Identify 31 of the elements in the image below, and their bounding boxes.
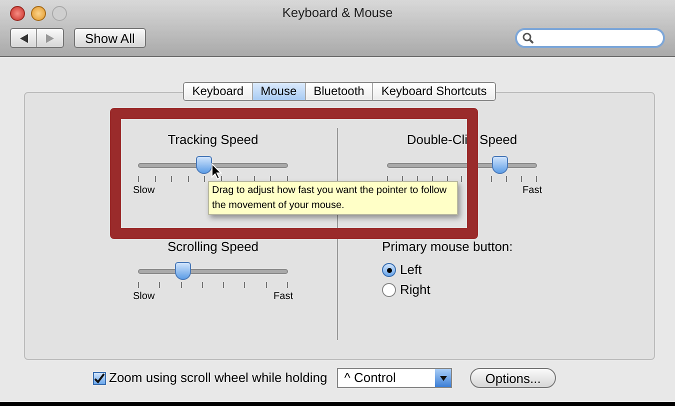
fast-label: Fast [274,290,293,303]
tab[interactable]: Bluetooth [304,83,372,100]
close-button[interactable] [10,6,25,20]
search-icon [522,32,534,44]
slow-label: Slow [133,184,155,196]
tab[interactable]: Keyboard Shortcuts [372,83,495,100]
tab[interactable]: Keyboard [184,83,252,100]
scrolling-speed-label: Scrolling Speed [167,238,259,256]
modifier-dropdown[interactable]: ^ Control [337,368,452,388]
primary-mouse-button-label: Primary mouse button: [382,238,514,256]
slow-label: Slow [133,290,155,303]
window-title: Keyboard & Mouse [282,4,393,22]
double-click-speed-label: Double-Cli [406,131,468,149]
radio-label: Right [400,281,430,300]
double-click-speed-label: Speed [480,131,518,149]
minimize-button[interactable] [31,6,46,20]
tooltip: Drag to adjust how fast you want the pointer to follow the movement of your mouse. [208,181,458,215]
fast-label: Fast [522,184,542,196]
slider-thumb[interactable] [175,262,192,280]
back-icon [20,34,28,42]
dropdown-arrow-icon [440,376,447,380]
radio-label: Left [400,261,422,280]
search-field[interactable] [515,28,665,48]
show-all-button[interactable]: Show All [74,28,146,48]
tracking-speed-label: Tracking Speed [168,131,258,149]
forward-icon [46,34,54,42]
tab[interactable]: Mouse [252,83,305,100]
zoom-checkbox-label: Zoom using scroll wheel while holding [109,369,328,388]
options-button[interactable]: Options... [470,368,556,388]
checkbox[interactable] [93,372,106,384]
mouse-pointer-icon [211,163,222,180]
